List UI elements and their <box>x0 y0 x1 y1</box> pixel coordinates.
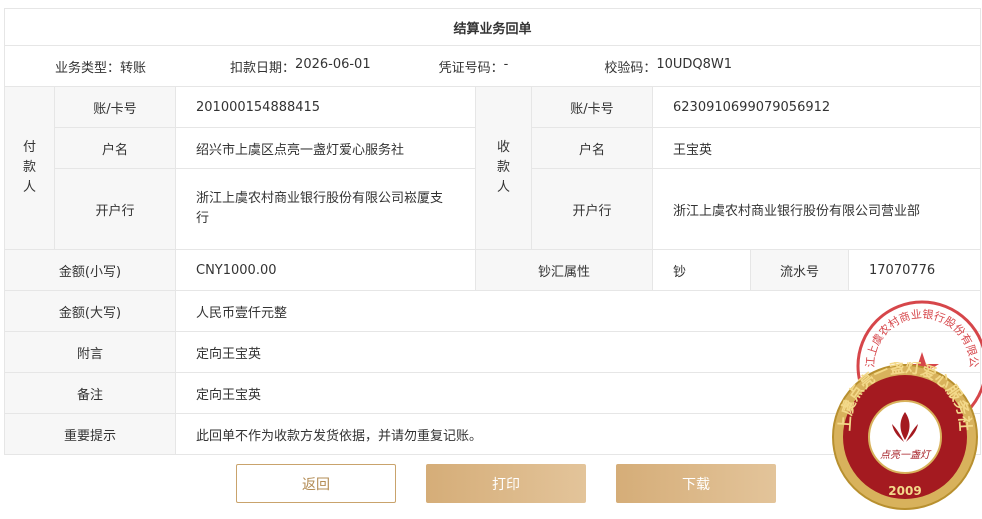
payee-section-label: 收款人 <box>475 86 532 250</box>
serial-number: 17070776 <box>847 249 982 291</box>
memo-value: 定向王宝英 <box>174 372 982 414</box>
payee-account-label: 账/卡号 <box>531 86 653 128</box>
payer-section-label: 付款人 <box>4 86 55 250</box>
payee-bank: 浙江上虞农村商业银行股份有限公司营业部 <box>651 168 982 250</box>
payer-account-label: 账/卡号 <box>54 86 176 128</box>
payee-bank-label: 开户行 <box>531 168 653 250</box>
check-code: 校验码： 10UDQ8W1 <box>604 56 733 76</box>
payee-account: 6230910699079056912 <box>651 86 982 128</box>
receipt-table: 结算业务回单 业务类型： 转账 扣款日期： 2026-06-01 凭证号码： - 校验… <box>3 8 982 455</box>
deduct-date: 扣款日期： 2026-06-01 <box>230 56 371 76</box>
note-label: 附言 <box>4 331 176 373</box>
amount-small-label: 金额(小写) <box>4 249 176 291</box>
payer-name-label: 户名 <box>54 127 176 169</box>
back-button[interactable]: 返回 <box>236 464 396 503</box>
amount-big: 人民币壹仟元整 <box>174 290 982 332</box>
amount-small: CNY1000.00 <box>175 249 476 291</box>
voucher-number: 凭证号码： - <box>438 56 509 76</box>
amount-big-label: 金额(大写) <box>4 290 176 332</box>
serial-number-label: 流水号 <box>750 249 849 291</box>
meta-row: 业务类型： 转账 扣款日期： 2026-06-01 凭证号码： - 校验码： 10UDQ… <box>3 45 982 87</box>
tip-value: 此回单不作为收款方发货依据，并请勿重复记账。 <box>174 413 982 455</box>
payer-bank-label: 开户行 <box>54 168 176 250</box>
currency-attr-label: 钞汇属性 <box>475 249 653 291</box>
payee-name: 王宝英 <box>651 127 982 169</box>
memo-label: 备注 <box>4 372 176 414</box>
receipt-title: 结算业务回单 <box>3 8 982 46</box>
payer-name: 绍兴市上虞区点亮一盏灯爱心服务社 <box>175 127 476 169</box>
payee-name-label: 户名 <box>531 127 653 169</box>
payer-bank: 浙江上虞农村商业银行股份有限公司崧厦支行 <box>175 168 476 250</box>
payer-account: 201000154888415 <box>175 86 476 128</box>
svg-text:2009: 2009 <box>888 484 921 498</box>
business-type: 业务类型： 转账 <box>55 60 147 76</box>
note-value: 定向王宝英 <box>174 331 982 373</box>
currency-attr: 钞 <box>652 249 751 291</box>
tip-label: 重要提示 <box>4 413 176 455</box>
print-button[interactable]: 打印 <box>426 464 586 503</box>
download-button[interactable]: 下载 <box>616 464 776 503</box>
